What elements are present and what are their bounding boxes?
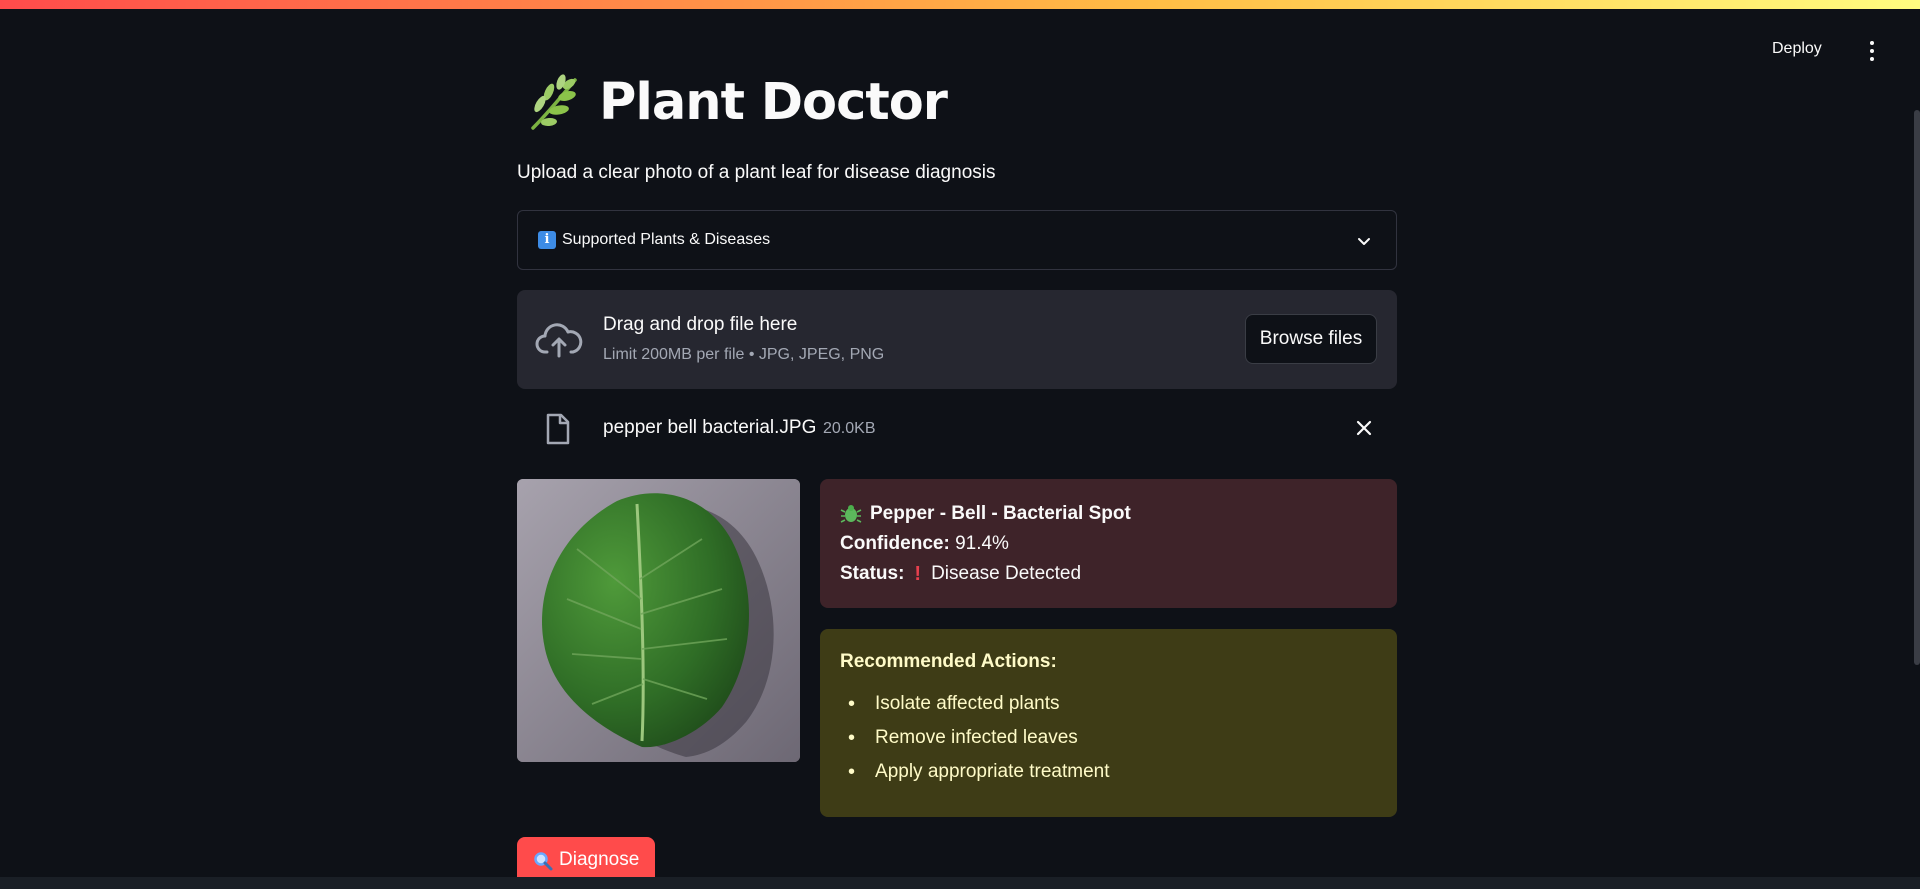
uploaded-file-row: pepper bell bacterial.JPG 20.0KB	[517, 405, 1397, 451]
expander-label: Supported Plants & Diseases	[562, 231, 771, 248]
file-icon	[546, 413, 570, 445]
supported-plants-expander[interactable]: i Supported Plants & Diseases	[517, 210, 1397, 270]
page-subtitle: Upload a clear photo of a plant leaf for…	[517, 162, 996, 183]
dropzone-limit: Limit 200MB per file • JPG, JPEG, PNG	[603, 346, 885, 363]
uploaded-file-size: 20.0KB	[823, 420, 876, 437]
confidence-line: Confidence: 91.4%	[840, 529, 1377, 559]
recommended-actions-card: Recommended Actions: Isolate affected pl…	[820, 629, 1397, 817]
diagnosis-name: Pepper - Bell - Bacterial Spot	[870, 503, 1131, 524]
page-title: Plant Doctor	[599, 72, 948, 132]
list-item: Isolate affected plants	[840, 687, 1377, 721]
diagnosis-line: Pepper - Bell - Bacterial Spot	[840, 499, 1377, 529]
page-title-row: Plant Doctor	[517, 72, 948, 132]
main-menu-icon[interactable]	[1864, 41, 1880, 61]
status-label: Status:	[840, 563, 905, 584]
herb-icon	[531, 74, 577, 130]
taskbar-edge	[0, 877, 1920, 889]
confidence-value: 91.4%	[955, 533, 1009, 554]
diagnose-label: Diagnose	[559, 849, 640, 870]
chevron-down-icon	[1358, 238, 1370, 245]
list-item: Remove infected leaves	[840, 721, 1377, 755]
info-icon: i	[538, 231, 556, 249]
dropzone-title: Drag and drop file here	[603, 314, 798, 335]
status-line: Status: ! Disease Detected	[840, 559, 1377, 589]
app-top-decoration	[0, 0, 1920, 10]
diagnosis-result-card: Pepper - Bell - Bacterial Spot Confidenc…	[820, 479, 1397, 608]
cloud-upload-icon	[535, 323, 583, 358]
uploaded-leaf-image	[517, 479, 800, 762]
scrollbar[interactable]	[1914, 110, 1920, 665]
microbe-icon	[840, 505, 862, 523]
actions-list: Isolate affected plants Remove infected …	[840, 687, 1377, 789]
actions-title: Recommended Actions:	[840, 651, 1057, 672]
search-icon	[534, 852, 553, 871]
list-item: Apply appropriate treatment	[840, 755, 1377, 789]
file-dropzone[interactable]: Drag and drop file here Limit 200MB per …	[517, 290, 1397, 389]
uploaded-file-name: pepper bell bacterial.JPG	[603, 417, 817, 438]
status-value: Disease Detected	[931, 563, 1082, 584]
browse-files-button[interactable]: Browse files	[1245, 314, 1377, 364]
confidence-label: Confidence:	[840, 533, 950, 554]
exclamation-icon: !	[914, 562, 922, 585]
deploy-button[interactable]: Deploy	[1772, 40, 1822, 58]
remove-file-icon[interactable]	[1353, 417, 1375, 439]
